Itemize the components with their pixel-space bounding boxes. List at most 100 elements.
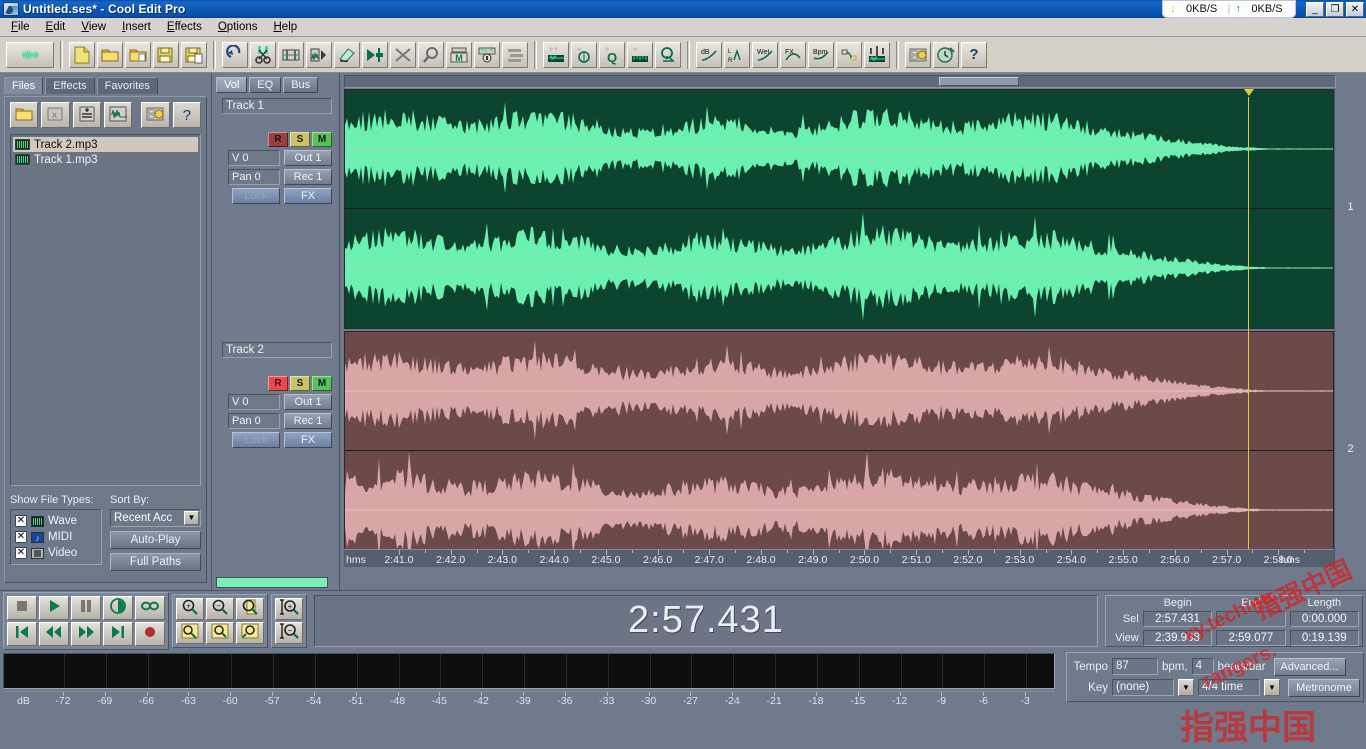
time-signature-field[interactable]: 4/4 time: [1198, 679, 1260, 696]
checkbox-wave[interactable]: ✕: [15, 515, 27, 527]
play-button[interactable]: [39, 595, 69, 620]
track-name-field[interactable]: Track 1: [222, 98, 332, 114]
save-button[interactable]: [153, 41, 179, 68]
audio-clip[interactable]: [344, 89, 1334, 329]
file-list[interactable]: Track 2.mp3 Track 1.mp3: [10, 134, 201, 486]
organizer-tab-favorites[interactable]: Favorites: [96, 77, 158, 94]
play-to-end-button[interactable]: [103, 595, 133, 620]
playhead-cursor[interactable]: [1244, 89, 1254, 549]
crossfade-button[interactable]: [390, 41, 416, 68]
rewind-button[interactable]: [39, 621, 69, 646]
menu-item-insert[interactable]: Insert: [114, 19, 159, 35]
checkbox-video[interactable]: ✕: [15, 547, 27, 559]
output-device-button[interactable]: Out 1: [284, 394, 332, 410]
zoom-in-left-button[interactable]: [206, 621, 234, 644]
wet-dry-envelope-button[interactable]: Wet: [752, 41, 778, 68]
open-append-button[interactable]: [125, 41, 151, 68]
help-button[interactable]: ?: [961, 41, 987, 68]
loop-play-button[interactable]: [135, 595, 165, 620]
file-type-row[interactable]: ✕ Wave: [15, 513, 97, 529]
begin-value[interactable]: 2:57.431: [1142, 610, 1213, 627]
list-item[interactable]: Track 1.mp3: [13, 152, 198, 167]
zoom-out-horizontal-button[interactable]: −: [206, 597, 234, 620]
track-lane[interactable]: [344, 89, 1334, 329]
insert-into-session-button[interactable]: [72, 102, 101, 128]
fast-forward-button[interactable]: [71, 621, 101, 646]
undo-button[interactable]: [222, 41, 248, 68]
file-type-row[interactable]: ✕ MIDI: [15, 529, 97, 545]
pause-button[interactable]: [71, 595, 101, 620]
full-paths-button[interactable]: Full Paths: [110, 553, 201, 571]
waveform-view-button[interactable]: [6, 41, 54, 68]
edit-file-button[interactable]: [103, 102, 133, 128]
end-value[interactable]: [1216, 610, 1286, 627]
loop-button[interactable]: [418, 41, 444, 68]
tracks-canvas[interactable]: hms hms 2:41.0 2:42.0 2:43.0 2:44.0 2:45.0 2:46…: [340, 89, 1334, 567]
record-device-button[interactable]: Rec 1: [284, 413, 332, 429]
minimize-button[interactable]: _: [1306, 2, 1324, 17]
menu-item-help[interactable]: Help: [265, 19, 305, 35]
volume-field[interactable]: V 0: [228, 150, 280, 166]
close-button[interactable]: ✕: [1346, 2, 1364, 17]
record-arm-button[interactable]: R: [268, 132, 288, 147]
mute-button[interactable]: M: [312, 132, 332, 147]
phase-button[interactable]: [571, 41, 597, 68]
fx-envelope-button[interactable]: FX: [780, 41, 806, 68]
menu-item-options[interactable]: Options: [210, 19, 266, 35]
q-arrow-button[interactable]: [655, 41, 681, 68]
pan-envelope-button[interactable]: LR: [724, 41, 750, 68]
stack-button[interactable]: [502, 41, 528, 68]
advanced-button[interactable]: Advanced...: [1273, 657, 1346, 676]
volume-field[interactable]: V 0: [228, 394, 280, 410]
chevron-down-icon[interactable]: ▼: [184, 511, 199, 525]
close-file-button[interactable]: x: [41, 102, 70, 128]
menu-item-edit[interactable]: Edit: [38, 19, 74, 35]
fx-button[interactable]: FX: [284, 188, 332, 204]
menu-item-view[interactable]: View: [73, 19, 114, 35]
tempo-field[interactable]: 87: [1112, 658, 1158, 675]
lock-button[interactable]: Lock: [232, 188, 280, 204]
go-to-end-button[interactable]: [103, 621, 133, 646]
tempo-envelope-button[interactable]: Bpm: [808, 41, 834, 68]
fx-button[interactable]: FX: [284, 432, 332, 448]
length-value[interactable]: 0:00.000: [1289, 610, 1360, 627]
audio-clip[interactable]: [344, 331, 1334, 567]
sort-by-dropdown[interactable]: Recent Acc ▼: [110, 509, 201, 527]
merge-button[interactable]: [362, 41, 388, 68]
pan-field[interactable]: Pan 0: [228, 169, 280, 185]
solo-button[interactable]: S: [290, 132, 310, 147]
open-file-button[interactable]: [97, 41, 123, 68]
horizontal-scrollbar[interactable]: [344, 75, 1336, 88]
beats-per-bar-field[interactable]: 4: [1191, 658, 1214, 675]
lock-button[interactable]: [474, 41, 500, 68]
zoom-out-vertical-button[interactable]: −: [275, 621, 303, 644]
end-value[interactable]: 2:59.077: [1216, 629, 1286, 646]
time-ruler[interactable]: hms hms 2:41.0 2:42.0 2:43.0 2:44.0 2:45.0 2:46…: [344, 549, 1334, 567]
zoom-to-selection-button[interactable]: [176, 621, 204, 644]
list-item[interactable]: Track 2.mp3: [13, 137, 198, 152]
quality-button[interactable]: Q: [599, 41, 625, 68]
file-options-button[interactable]: [141, 102, 170, 128]
zoom-in-right-button[interactable]: [236, 621, 264, 644]
help-button[interactable]: ?: [172, 102, 201, 128]
metronome-button[interactable]: Metronome: [1288, 678, 1360, 697]
key-field[interactable]: (none): [1112, 679, 1174, 696]
zoom-in-vertical-button[interactable]: +: [275, 597, 303, 620]
delete-selection-button[interactable]: [334, 41, 360, 68]
pan-field[interactable]: Pan 0: [228, 413, 280, 429]
track-panel-scrollbar[interactable]: [216, 577, 328, 588]
level-meter[interactable]: [3, 653, 1069, 689]
record-device-button[interactable]: Rec 1: [284, 169, 332, 185]
ruler-button[interactable]: [627, 41, 653, 68]
solo-button[interactable]: S: [290, 376, 310, 391]
mix-paste-button[interactable]: [306, 41, 332, 68]
new-file-button[interactable]: [69, 41, 95, 68]
zoom-in-horizontal-button[interactable]: +: [176, 597, 204, 620]
organizer-tab-files[interactable]: Files: [4, 77, 44, 94]
trim-button[interactable]: [278, 41, 304, 68]
open-file-button[interactable]: [10, 102, 39, 128]
zoom-full-button[interactable]: [236, 597, 264, 620]
scrollbar-thumb[interactable]: [217, 578, 327, 587]
begin-value[interactable]: 2:39.938: [1142, 629, 1213, 646]
time-display[interactable]: 2:57.431: [314, 594, 1098, 647]
